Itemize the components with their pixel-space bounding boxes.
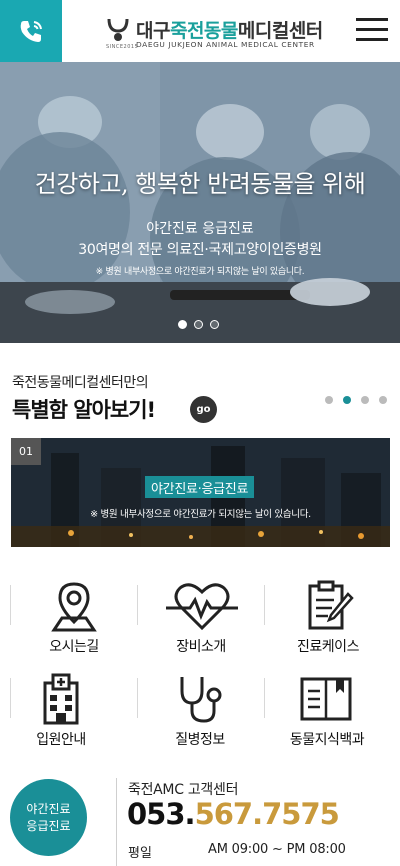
hero-slider[interactable]: 건강하고, 행복한 반려동물을 위해 야간진료 응급진료 30여명의 전문 의료… [0, 62, 400, 343]
clipboard-icon [308, 580, 354, 630]
menu-label: 입원안내 [36, 732, 86, 748]
phone-icon [20, 21, 42, 42]
night-emergency-badge[interactable]: 야간진료 응급진료 [10, 779, 87, 856]
phone-number-link[interactable]: 053.567.7575 [127, 797, 340, 831]
hamburger-icon [356, 18, 388, 21]
menu-label: 오시는길 [49, 639, 99, 655]
contact-divider [116, 778, 117, 866]
menu-cases[interactable]: 진료케이스 [265, 576, 391, 666]
special-dot-4[interactable] [379, 396, 387, 404]
go-button[interactable]: go [190, 396, 217, 423]
menu-equipment[interactable]: 장비소개 [138, 576, 264, 666]
special-dot-3[interactable] [361, 396, 369, 404]
special-dot-2[interactable] [343, 396, 351, 404]
hero-dot-3[interactable] [210, 320, 219, 329]
hamburger-menu-button[interactable] [356, 18, 390, 44]
hero-pagination [178, 320, 219, 329]
banner-tag: 야간진료·응급진료 [145, 476, 255, 498]
logo-mark-icon [107, 18, 129, 41]
call-button[interactable] [0, 0, 62, 62]
hero-notice: ※ 병원 내부사정으로 야간진료가 되지않는 날이 있습니다. [95, 267, 305, 277]
logo-since: SINCE2015 [106, 44, 139, 50]
menu-label: 진료케이스 [297, 639, 359, 655]
stethoscope-icon [180, 677, 222, 723]
banner-notice: ※ 병원 내부사정으로 야간진료가 되지않는 날이 있습니다. [90, 509, 311, 520]
menu-label: 질병정보 [175, 732, 225, 748]
weekday-label: 평일 [128, 846, 152, 861]
customer-center-title: 죽전AMC 고객센터 [128, 782, 239, 798]
logo-english-name: DAEGU JUKJEON ANIMAL MEDICAL CENTER [136, 40, 315, 49]
phone-main: 567.7575 [194, 797, 340, 831]
menu-disease-info[interactable]: 질병정보 [137, 669, 263, 759]
special-dot-1[interactable] [325, 396, 333, 404]
weekday-hours: AM 09:00 ~ PM 08:00 [208, 842, 346, 857]
hero-title: 건강하고, 행복한 반려동물을 위해 [34, 170, 366, 198]
special-subtitle: 죽전동물메디컬센터만의 [12, 375, 149, 391]
heartbeat-icon [166, 583, 238, 631]
map-pin-icon [51, 582, 97, 632]
special-title: 특별함 알아보기! [12, 398, 156, 422]
hero-dot-1[interactable] [178, 320, 187, 329]
menu-admission[interactable]: 입원안내 [0, 669, 124, 759]
menu-label: 동물지식백과 [289, 732, 365, 748]
special-pagination [325, 396, 387, 404]
badge-line-2: 응급진료 [26, 818, 71, 833]
special-banner[interactable]: 01 야간진료·응급진료 ※ 병원 내부사정으로 야간진료가 되지않는 날이 있… [11, 438, 390, 547]
surgery-background-image [0, 62, 400, 343]
hero-subtitle-2: 30여명의 전문 의료진·국제고양이인증병원 [78, 242, 322, 258]
phone-prefix: 053. [127, 797, 196, 831]
hospital-icon [43, 673, 79, 725]
menu-label: 장비소개 [176, 639, 226, 655]
menu-animal-encyclopedia[interactable]: 동물지식백과 [264, 669, 390, 759]
menu-directions[interactable]: 오시는길 [11, 576, 137, 666]
badge-line-1: 야간진료 [26, 801, 71, 816]
book-icon [300, 677, 352, 721]
hero-subtitle-1: 야간진료 응급진료 [146, 221, 254, 237]
banner-number: 01 [11, 438, 41, 465]
hero-dot-2[interactable] [194, 320, 203, 329]
logo-korean-name: 대구죽전동물메디컬센터 [136, 20, 323, 42]
site-header: SINCE2015 대구죽전동물메디컬센터 DAEGU JUKJEON ANIM… [0, 0, 400, 62]
site-logo[interactable]: SINCE2015 대구죽전동물메디컬센터 DAEGU JUKJEON ANIM… [106, 14, 326, 54]
